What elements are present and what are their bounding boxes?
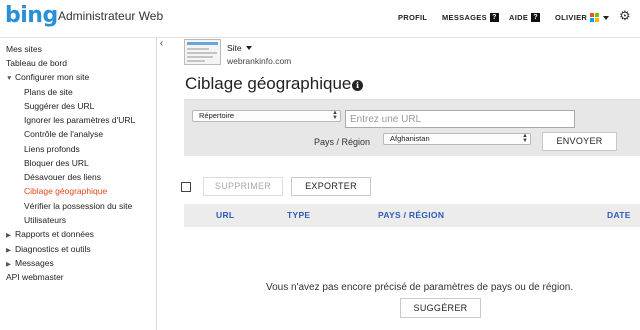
user-name: OLIVIER [555, 13, 588, 22]
sidebar-item-api-webmaster[interactable]: API webmaster [6, 272, 64, 282]
sidebar-item-plans-de-site[interactable]: Plans de site [24, 87, 73, 97]
sidebar-item-configurer[interactable]: ▼ Configurer mon site [6, 72, 89, 82]
select-all-checkbox[interactable] [181, 182, 191, 192]
nav-profil[interactable]: PROFIL [398, 13, 427, 22]
page-title: Ciblage géographique [185, 74, 352, 93]
type-select[interactable]: Répertoire ▲ ▼ [192, 110, 341, 122]
empty-state-message: Vous n'avez pas encore précisé de paramè… [266, 282, 574, 293]
windows-flag-icon [590, 13, 600, 22]
triangle-right-icon: ▶ [6, 247, 11, 254]
export-button[interactable]: EXPORTER [291, 177, 371, 196]
site-selector[interactable]: Site [227, 43, 252, 53]
type-select-value: Répertoire [199, 111, 235, 120]
url-input[interactable] [345, 110, 575, 128]
site-url: webrankinfo.com [227, 56, 292, 66]
gear-icon[interactable]: ⚙ [619, 9, 631, 23]
top-header: bing Administrateur Web PROFIL MESSAGES … [0, 0, 640, 38]
suggest-button[interactable]: SUGGÉRER [400, 298, 481, 318]
nav-aide[interactable]: AIDE ? [509, 13, 541, 22]
sidebar-item-mes-sites[interactable]: Mes sites [6, 44, 42, 54]
nav-messages[interactable]: MESSAGES ? [442, 13, 499, 22]
sidebar-item-verifier-possession[interactable]: Vérifier la possession du site [24, 201, 132, 211]
site-thumbnail [184, 39, 221, 65]
sidebar-item-label: Rapports et données [15, 229, 94, 239]
help-icon: ? [531, 13, 541, 22]
nav-messages-label: MESSAGES [442, 13, 487, 22]
country-select-value: Afghanistan [390, 134, 430, 143]
sidebar-item-bloquer-url[interactable]: Bloquer des URL [24, 158, 89, 168]
column-header-country[interactable]: PAYS / RÉGION [378, 210, 444, 220]
column-header-type[interactable]: TYPE [287, 210, 310, 220]
app-title: Administrateur Web [58, 9, 164, 23]
chevron-down-icon [245, 46, 252, 50]
collapse-sidebar-icon[interactable]: ‹ [157, 38, 166, 52]
sidebar-item-label: Diagnostics et outils [15, 244, 91, 254]
messages-count-badge: ? [489, 13, 499, 22]
triangle-down-icon: ▼ [6, 75, 13, 82]
country-label: Pays / Région [314, 137, 371, 147]
bing-logo[interactable]: bing [5, 3, 58, 28]
select-arrows-icon: ▲ ▼ [522, 133, 528, 144]
sidebar-item-ignorer-parametres[interactable]: Ignorer les paramètres d'URL [24, 115, 135, 125]
sidebar-item-utilisateurs[interactable]: Utilisateurs [24, 215, 66, 225]
sidebar-item-label: Messages [15, 258, 54, 268]
submit-button[interactable]: ENVOYER [542, 132, 617, 151]
sidebar-item-rapports[interactable]: ▶ Rapports et données [6, 229, 94, 239]
sidebar-item-ciblage-geographique[interactable]: Ciblage géographique [24, 186, 107, 196]
info-icon[interactable]: i [352, 80, 363, 91]
sidebar-item-diagnostics[interactable]: ▶ Diagnostics et outils [6, 244, 91, 254]
delete-button[interactable]: SUPPRIMER [203, 177, 283, 196]
sidebar-item-label: Configurer mon site [15, 72, 90, 82]
country-select[interactable]: Afghanistan ▲ ▼ [383, 133, 531, 145]
sidebar-item-liens-profonds[interactable]: Liens profonds [24, 144, 80, 154]
triangle-right-icon: ▶ [6, 261, 11, 268]
triangle-right-icon: ▶ [6, 232, 11, 239]
nav-profil-label: PROFIL [398, 13, 428, 22]
sidebar-item-messages[interactable]: ▶ Messages [6, 258, 54, 268]
column-header-url[interactable]: URL [216, 210, 234, 220]
sidebar-item-tableau-de-bord[interactable]: Tableau de bord [6, 58, 67, 68]
site-selector-label: Site [227, 43, 242, 53]
user-menu[interactable]: OLIVIER [555, 13, 610, 22]
chevron-down-icon [603, 15, 610, 20]
select-arrows-icon: ▲ ▼ [332, 110, 338, 121]
nav-aide-label: AIDE [509, 13, 529, 22]
sidebar-item-suggerer-url[interactable]: Suggérer des URL [24, 101, 94, 111]
sidebar-item-desavouer-liens[interactable]: Désavouer des liens [24, 172, 101, 182]
sidebar-item-controle-analyse[interactable]: Contrôle de l'analyse [24, 129, 103, 139]
column-header-date[interactable]: DATE [607, 210, 631, 220]
